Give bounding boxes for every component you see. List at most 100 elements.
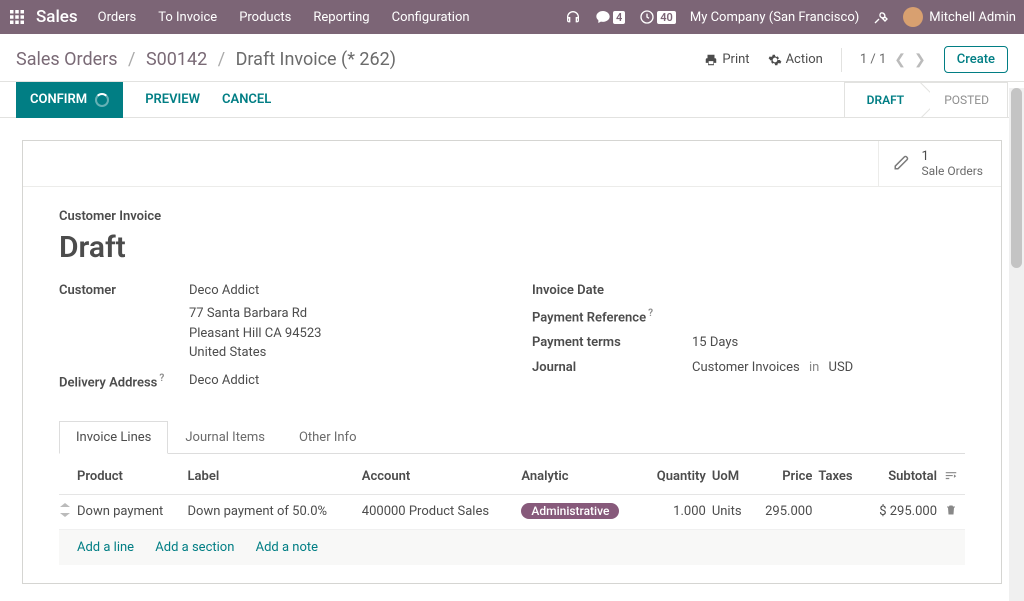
breadcrumb-sep: / [128, 49, 135, 70]
nav-to-invoice[interactable]: To Invoice [158, 10, 217, 25]
scrollbar-thumb[interactable] [1011, 88, 1022, 268]
invoice-date-value[interactable] [692, 283, 965, 298]
user-menu[interactable]: Mitchell Admin [903, 7, 1016, 27]
tab-journal-items[interactable]: Journal Items [168, 421, 282, 454]
control-panel: Sales Orders / S00142 / Draft Invoice (*… [0, 34, 1024, 82]
col-label[interactable]: Label [188, 460, 362, 495]
help-icon[interactable]: ? [159, 373, 164, 384]
payment-terms-label: Payment terms [532, 335, 692, 350]
left-column: Customer Deco Addict 77 Santa Barbara Rd… [59, 283, 492, 396]
page-title: Draft [59, 230, 965, 265]
action-button[interactable]: Action [768, 52, 823, 67]
payment-terms-value[interactable]: 15 Days [692, 335, 965, 350]
scrollbar[interactable] [1009, 88, 1024, 601]
pager-prev[interactable]: ❮ [894, 52, 906, 68]
pager-count[interactable]: 1 / 1 [860, 52, 886, 67]
delivery-value[interactable]: Deco Addict [189, 373, 492, 390]
pager: 1 / 1 ❮ ❯ [860, 52, 926, 68]
col-taxes[interactable]: Taxes [818, 460, 866, 495]
nav-reporting[interactable]: Reporting [313, 10, 369, 25]
add-line-link[interactable]: Add a line [77, 540, 134, 555]
add-note-link[interactable]: Add a note [256, 540, 318, 555]
create-button[interactable]: Create [944, 46, 1008, 73]
cell-taxes[interactable] [818, 494, 866, 529]
breadcrumb-order[interactable]: S00142 [146, 49, 207, 70]
form-sheet: 1 Sale Orders Customer Invoice Draft Cus… [22, 140, 1002, 584]
preview-button[interactable]: PREVIEW [145, 92, 200, 107]
messages-badge: 4 [613, 11, 625, 24]
customer-street: 77 Santa Barbara Rd [189, 304, 492, 324]
systray-activities[interactable]: 40 [639, 9, 676, 25]
status-posted[interactable]: POSTED [922, 82, 1008, 118]
help-icon[interactable]: ? [648, 308, 653, 319]
breadcrumb: Sales Orders / S00142 / Draft Invoice (*… [16, 49, 396, 70]
drag-handle-icon[interactable] [59, 494, 77, 529]
print-icon [704, 53, 718, 67]
status-draft[interactable]: DRAFT [844, 82, 923, 118]
stat-label: Sale Orders [921, 164, 983, 178]
tab-invoice-lines[interactable]: Invoice Lines [59, 421, 168, 454]
confirm-button[interactable]: CONFIRM [16, 82, 123, 118]
cell-product[interactable]: Down payment [77, 494, 188, 529]
col-qty[interactable]: Quantity [646, 460, 712, 495]
systray: 4 40 My Company (San Francisco) Mitchell… [565, 7, 1016, 27]
add-section-link[interactable]: Add a section [155, 540, 234, 555]
journal-value[interactable]: Customer Invoices in USD [692, 360, 965, 375]
systray-support-icon[interactable] [565, 9, 581, 25]
status-row: CONFIRM PREVIEW CANCEL DRAFT POSTED [0, 82, 1024, 118]
nav-orders[interactable]: Orders [98, 10, 137, 25]
cell-uom[interactable]: Units [712, 494, 755, 529]
col-analytic[interactable]: Analytic [521, 460, 646, 495]
systray-tools-icon[interactable] [873, 9, 889, 25]
col-product[interactable]: Product [77, 460, 188, 495]
invoice-date-label: Invoice Date [532, 283, 692, 298]
pencil-icon [893, 153, 911, 175]
col-subtotal[interactable]: Subtotal [867, 460, 943, 495]
tab-other-info[interactable]: Other Info [282, 421, 374, 454]
systray-messages[interactable]: 4 [595, 9, 625, 25]
cell-price[interactable]: 295.000 [755, 494, 819, 529]
top-navbar: Sales Orders To Invoice Products Reporti… [0, 0, 1024, 34]
add-row: Add a line Add a section Add a note [59, 530, 965, 565]
cell-label[interactable]: Down payment of 50.0% [188, 494, 362, 529]
customer-value[interactable]: Deco Addict [189, 283, 492, 298]
breadcrumb-root[interactable]: Sales Orders [16, 49, 118, 70]
nav-configuration[interactable]: Configuration [392, 10, 470, 25]
analytic-tag[interactable]: Administrative [521, 503, 619, 519]
gear-icon [768, 53, 782, 67]
tabs: Invoice Lines Journal Items Other Info [59, 420, 965, 454]
user-name: Mitchell Admin [929, 10, 1016, 25]
print-button[interactable]: Print [704, 52, 749, 67]
button-box: 1 Sale Orders [23, 141, 1001, 187]
right-column: Invoice Date Payment Reference? Payment … [532, 283, 965, 396]
company-selector[interactable]: My Company (San Francisco) [690, 10, 859, 25]
stat-count: 1 [921, 149, 983, 164]
avatar [903, 7, 923, 27]
apps-icon[interactable] [8, 8, 26, 26]
col-price[interactable]: Price [755, 460, 819, 495]
payment-ref-label: Payment Reference? [532, 308, 692, 325]
statusbar: DRAFT POSTED [844, 82, 1024, 117]
col-account[interactable]: Account [362, 460, 522, 495]
delivery-label: Delivery Address? [59, 373, 189, 390]
cancel-button[interactable]: CANCEL [222, 92, 271, 107]
pager-next[interactable]: ❯ [914, 52, 926, 68]
col-uom[interactable]: UoM [712, 460, 755, 495]
table-row[interactable]: Down payment Down payment of 50.0% 40000… [59, 494, 965, 529]
nav-products[interactable]: Products [239, 10, 291, 25]
sale-orders-stat-button[interactable]: 1 Sale Orders [878, 141, 1001, 186]
journal-label: Journal [532, 360, 692, 375]
delete-row-icon[interactable] [945, 506, 957, 521]
breadcrumb-current: Draft Invoice (* 262) [236, 49, 396, 70]
cell-qty[interactable]: 1.000 [646, 494, 712, 529]
customer-city: Pleasant Hill CA 94523 [189, 324, 492, 344]
app-brand[interactable]: Sales [36, 7, 78, 27]
cell-account[interactable]: 400000 Product Sales [362, 494, 522, 529]
columns-settings-icon[interactable] [944, 471, 958, 486]
section-title: Customer Invoice [59, 209, 965, 224]
customer-country: United States [189, 343, 492, 363]
customer-label: Customer [59, 283, 189, 298]
payment-ref-value[interactable] [692, 308, 965, 325]
cell-analytic[interactable]: Administrative [521, 494, 646, 529]
breadcrumb-sep: / [218, 49, 225, 70]
